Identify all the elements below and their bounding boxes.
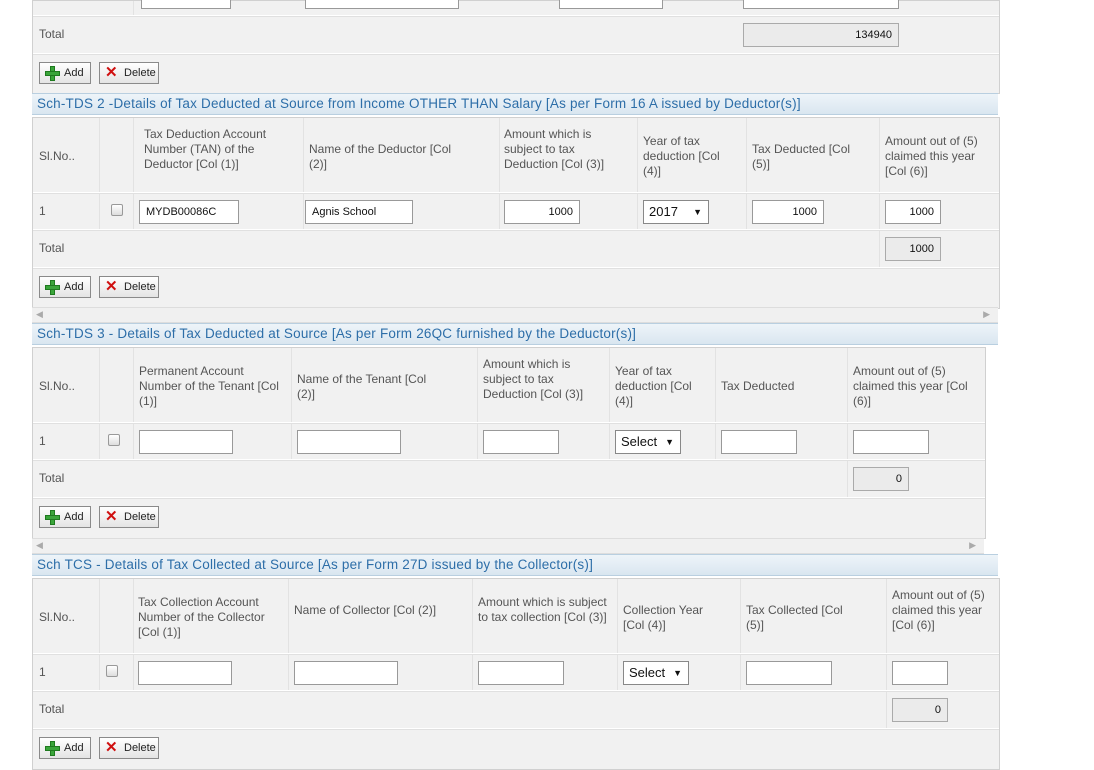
col-header-tenant-pan: Permanent Account Number of the Tenant [… [139, 364, 279, 408]
tenant-name-input[interactable] [297, 430, 401, 454]
tds2-total-value: 1000 [885, 237, 941, 261]
add-button[interactable]: Add [39, 276, 91, 298]
col-header-collection-year: Collection Year [Col (4)] [623, 603, 704, 632]
dropdown-arrow-icon: ▼ [673, 668, 682, 678]
plus-icon [45, 510, 60, 525]
collection-year-select[interactable]: Select ▼ [623, 661, 689, 685]
prev-row-field-3[interactable] [559, 0, 663, 9]
col-header-claimed: Amount out of (5) claimed this year [Col… [892, 588, 985, 632]
scroll-left-icon[interactable]: ◀ [36, 308, 43, 321]
col-header-amount: Amount which is subject to tax Deduction… [504, 127, 605, 171]
row-slno: 1 [39, 434, 46, 448]
delete-x-icon: ✕ [105, 508, 118, 525]
tcan-input[interactable] [138, 661, 232, 685]
delete-button[interactable]: ✕ Delete [99, 62, 159, 84]
horizontal-scrollbar[interactable]: ◀ ▶ [32, 538, 984, 554]
col-header-claimed: Amount out of (5) claimed this year [Col… [853, 364, 968, 408]
tds2-table: Sl.No.. Tax Deduction Account Number (TA… [32, 117, 1000, 309]
section-title-tds3: Sch-TDS 3 - Details of Tax Deducted at S… [32, 323, 998, 345]
col-header-claimed: Amount out of (5) claimed this year [Col… [885, 134, 978, 178]
tcs-table: Sl.No.. Tax Collection Account Number of… [32, 578, 1000, 770]
delete-button[interactable]: ✕ Delete [99, 276, 159, 298]
tax-collected-input[interactable] [746, 661, 832, 685]
plus-icon [45, 66, 60, 81]
col-header-tan: Tax Deduction Account Number (TAN) of th… [144, 127, 267, 171]
tax-deducted-input[interactable] [721, 430, 797, 454]
tds3-total-value: 0 [853, 467, 909, 491]
col-header-collector-name: Name of Collector [Col (2)] [294, 603, 437, 617]
scroll-right-icon[interactable]: ▶ [983, 308, 990, 321]
plus-icon [45, 280, 60, 295]
section-title-tcs: Sch TCS - Details of Tax Collected at So… [32, 554, 998, 576]
total-label: Total [39, 471, 65, 485]
collector-name-input[interactable] [294, 661, 398, 685]
row-select-checkbox[interactable] [106, 665, 118, 677]
col-header-amount: Amount which is subject to tax collectio… [478, 595, 607, 624]
dropdown-arrow-icon: ▼ [665, 437, 674, 447]
amount-input[interactable] [483, 430, 559, 454]
row-select-checkbox[interactable] [111, 204, 123, 216]
scroll-right-icon[interactable]: ▶ [969, 539, 976, 552]
delete-x-icon: ✕ [105, 739, 118, 756]
claimed-amount-input[interactable]: 1000 [885, 200, 941, 224]
amount-input[interactable] [478, 661, 564, 685]
total-label: Total [39, 241, 65, 255]
delete-x-icon: ✕ [105, 64, 118, 81]
add-button[interactable]: Add [39, 737, 91, 759]
col-header-amount: Amount which is subject to tax Deduction… [483, 357, 584, 401]
delete-button[interactable]: ✕ Delete [99, 737, 159, 759]
col-header-year: Year of tax deduction [Col (4)] [615, 364, 692, 408]
row-slno: 1 [39, 665, 46, 679]
deductor-name-input[interactable]: Agnis School [305, 200, 413, 224]
dropdown-arrow-icon: ▼ [693, 207, 702, 217]
section-title-tds2: Sch-TDS 2 -Details of Tax Deducted at So… [32, 93, 998, 115]
previous-schedule-panel: Total 134940 Add ✕ Delete [32, 0, 1000, 94]
tax-deducted-input[interactable]: 1000 [752, 200, 824, 224]
tan-input[interactable]: MYDB00086C [139, 200, 239, 224]
col-header-slno: Sl.No.. [39, 149, 76, 163]
tcs-total-value: 0 [892, 698, 948, 722]
scroll-left-icon[interactable]: ◀ [36, 539, 43, 552]
add-button[interactable]: Add [39, 506, 91, 528]
claimed-amount-input[interactable] [853, 430, 929, 454]
add-button[interactable]: Add [39, 62, 91, 84]
tds3-table: Sl.No.. Permanent Account Number of the … [32, 347, 986, 539]
col-header-slno: Sl.No.. [39, 610, 76, 624]
col-header-tax-collected: Tax Collected [Col (5)] [746, 603, 843, 632]
col-header-tax-deducted: Tax Deducted [721, 379, 795, 393]
amount-input[interactable]: 1000 [504, 200, 580, 224]
horizontal-scrollbar[interactable]: ◀ ▶ [32, 307, 998, 323]
col-header-slno: Sl.No.. [39, 379, 76, 393]
col-header-tax-deducted: Tax Deducted [Col (5)] [752, 142, 851, 171]
col-header-tcan: Tax Collection Account Number of the Col… [138, 595, 265, 639]
col-header-deductor-name: Name of the Deductor [Col (2)] [309, 142, 452, 171]
delete-button[interactable]: ✕ Delete [99, 506, 159, 528]
total-label: Total [39, 702, 65, 716]
col-header-year: Year of tax deduction [Col (4)] [643, 134, 720, 178]
row-slno: 1 [39, 204, 46, 218]
delete-x-icon: ✕ [105, 278, 118, 295]
plus-icon [45, 741, 60, 756]
prev-row-field-1[interactable] [141, 0, 231, 9]
prev-total-value: 134940 [743, 23, 899, 47]
total-label: Total [39, 27, 65, 41]
year-select[interactable]: 2017 ▼ [643, 200, 709, 224]
prev-row-field-2[interactable] [305, 0, 459, 9]
year-select[interactable]: Select ▼ [615, 430, 681, 454]
tenant-pan-input[interactable] [139, 430, 233, 454]
row-select-checkbox[interactable] [108, 434, 120, 446]
col-header-tenant-name: Name of the Tenant [Col (2)] [297, 372, 427, 401]
prev-row-field-4[interactable] [743, 0, 899, 9]
claimed-amount-input[interactable] [892, 661, 948, 685]
